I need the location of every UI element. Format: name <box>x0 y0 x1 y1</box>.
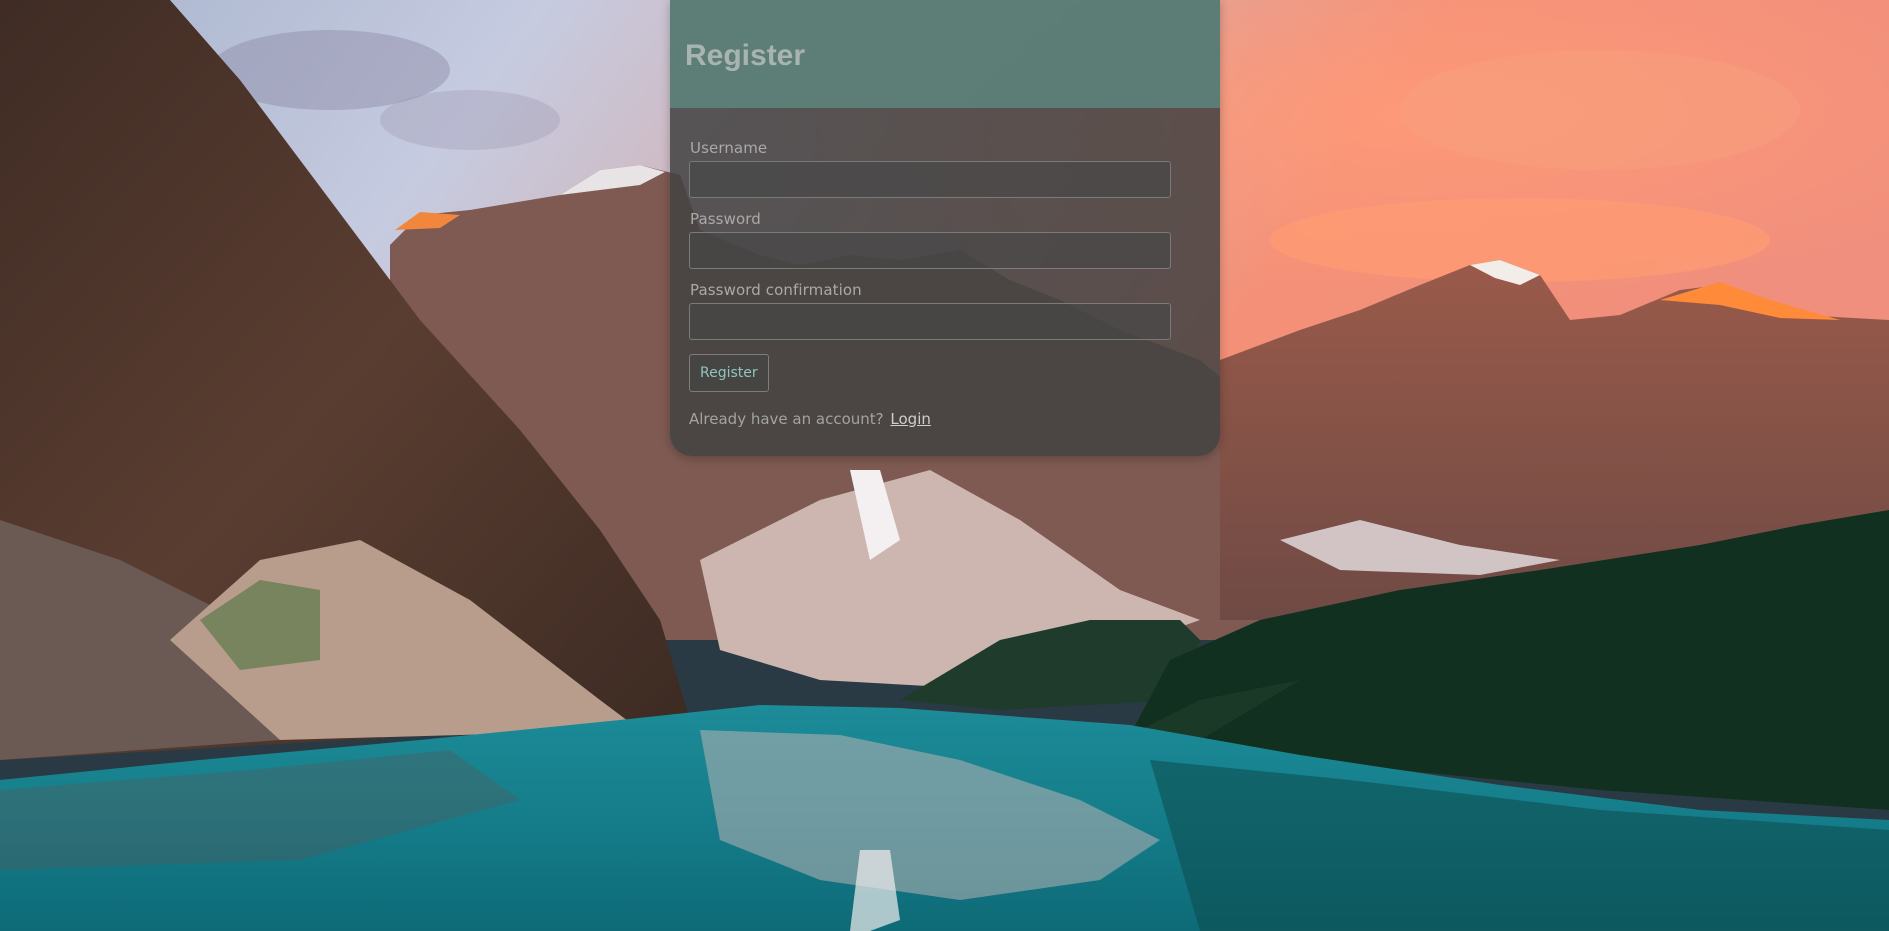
login-link[interactable]: Login <box>890 410 930 428</box>
login-prompt-text: Already have an account? <box>689 410 884 428</box>
username-input[interactable] <box>689 161 1171 198</box>
password-label: Password <box>690 210 761 228</box>
username-label: Username <box>690 139 768 157</box>
username-field-group: Username <box>689 140 1201 198</box>
register-card: Register Username Password Password conf… <box>670 0 1220 456</box>
login-prompt: Already have an account? Login <box>689 410 1201 428</box>
card-header: Register <box>670 0 1220 108</box>
password-confirmation-field-group: Password confirmation <box>689 282 1201 340</box>
password-input[interactable] <box>689 232 1171 269</box>
password-field-group: Password <box>689 211 1201 269</box>
password-confirmation-label: Password confirmation <box>690 281 862 299</box>
password-confirmation-input[interactable] <box>689 303 1171 340</box>
register-button[interactable]: Register <box>689 354 769 392</box>
register-form: Username Password Password confirmation … <box>670 108 1220 428</box>
page-title: Register <box>685 39 806 72</box>
register-page: Register Username Password Password conf… <box>0 0 1889 931</box>
